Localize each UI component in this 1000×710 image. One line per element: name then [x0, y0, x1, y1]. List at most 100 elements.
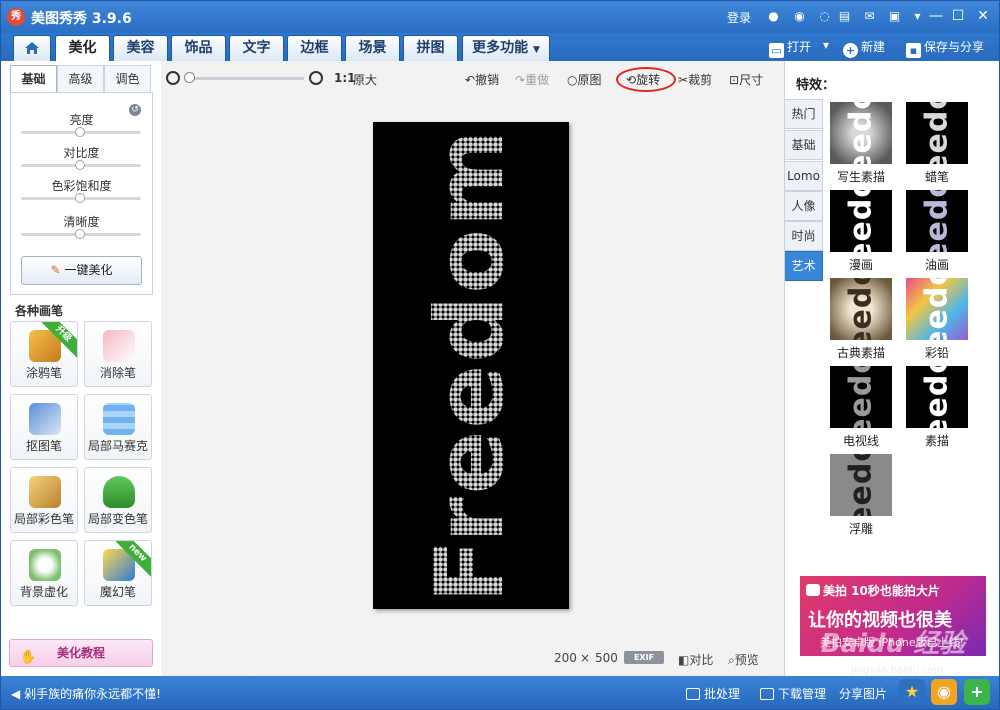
open-button[interactable]: ▭ 打开	[769, 38, 811, 58]
rotate-icon: ⟲	[626, 73, 637, 87]
save-share-button[interactable]: ▪ 保存与分享	[906, 38, 984, 58]
original-size-button[interactable]: 原大	[353, 71, 377, 88]
tab-more[interactable]: 更多功能 ▼	[462, 35, 550, 61]
effects-heading: 特效：	[796, 78, 836, 93]
open-dropdown-icon[interactable]: ▾	[823, 38, 829, 52]
cutout-brush-button[interactable]: 抠图笔	[10, 394, 78, 460]
category-basic[interactable]: 基础	[785, 130, 823, 160]
effect-label: 古典素描	[836, 346, 885, 360]
recolor-brush-button[interactable]: 局部变色笔	[84, 467, 152, 533]
notice-icon[interactable]: ✉	[861, 8, 878, 25]
resize-button[interactable]: ⊡尺寸	[729, 71, 763, 88]
image-toolbar: 1:1 原大 ↶撤销 ↷重做 ○原图 ⟲旋转 ✂裁剪 ⊡尺寸	[161, 61, 784, 97]
sharpness-thumb[interactable]	[75, 229, 85, 239]
baidu-url: jingyan.baidu.com	[851, 665, 944, 676]
background-blur-button[interactable]: 背景虚化	[10, 540, 78, 606]
tab-cosmetic[interactable]: 美容	[113, 35, 168, 61]
star-icon[interactable]: ★	[899, 679, 925, 705]
tutorial-button[interactable]: ✋ 美化教程	[9, 639, 153, 667]
category-portrait[interactable]: 人像	[785, 191, 823, 221]
saturation-thumb[interactable]	[75, 193, 85, 203]
category-art[interactable]: 艺术	[785, 251, 823, 281]
photo-canvas[interactable]: Freedom	[373, 122, 569, 609]
effect-sketch[interactable]: Freedom 写生素描	[828, 102, 894, 184]
pen-nib-icon	[29, 403, 61, 435]
share-image-button[interactable]: 分享图片	[839, 685, 887, 702]
brightness-thumb[interactable]	[75, 127, 85, 137]
category-lomo[interactable]: Lomo	[785, 161, 823, 191]
effect-oil[interactable]: Freedom 油画	[904, 190, 970, 272]
feedback-icon[interactable]: ▤	[836, 8, 853, 25]
save-icon: ▪	[906, 43, 921, 58]
new-button[interactable]: + 新建	[843, 38, 885, 58]
message-icon[interactable]: ▣	[886, 8, 903, 25]
one-key-beautify-button[interactable]: ✎ 一键美化	[21, 256, 142, 285]
category-fashion[interactable]: 时尚	[785, 221, 823, 251]
tab-collage[interactable]: 拼图	[403, 35, 458, 61]
qq-icon[interactable]: ●	[765, 8, 782, 25]
skin-icon[interactable]: ◌	[816, 8, 833, 25]
effect-classic-sketch[interactable]: Freedom 古典素描	[828, 278, 894, 360]
subtab-advanced[interactable]: 高级	[57, 65, 104, 93]
effect-comic[interactable]: Freedom 漫画	[828, 190, 894, 272]
rotate-label: 旋转	[636, 73, 661, 87]
times-sign: ×	[580, 651, 591, 665]
status-message[interactable]: ◀ 剁手族的痛你永远都不懂!	[11, 685, 161, 702]
original-image-button[interactable]: ○原图	[567, 71, 602, 88]
ad-banner[interactable]: 美拍 10秒也能拍大片 让你的视频也很美 美拍安卓版 iPhone版已上线! B…	[800, 576, 986, 656]
chevron-down-icon: ▼	[532, 45, 540, 55]
effect-plain-sketch[interactable]: Freedom 素描	[904, 366, 970, 448]
effect-crayon[interactable]: Freedom 蜡笔	[904, 102, 970, 184]
login-link[interactable]: 登录	[727, 9, 751, 26]
home-button[interactable]	[13, 35, 51, 61]
menu-icon[interactable]: ▾	[909, 8, 926, 25]
weibo-share-icon[interactable]: ◉	[931, 679, 957, 705]
magic-brush-button[interactable]: new 魔幻笔	[84, 540, 152, 606]
resize-label: 尺寸	[739, 73, 764, 87]
batch-button[interactable]: 批处理	[686, 685, 740, 702]
redo-label: 重做	[525, 73, 550, 87]
weibo-icon[interactable]: ◉	[791, 8, 808, 25]
preview-button[interactable]: ⌕预览	[728, 651, 759, 668]
undo-button[interactable]: ↶撤销	[465, 71, 499, 88]
category-hot[interactable]: 热门	[785, 99, 823, 129]
mosaic-icon	[103, 403, 135, 435]
mosaic-brush-button[interactable]: 局部马赛克	[84, 394, 152, 460]
close-icon[interactable]: ✕	[972, 5, 994, 27]
effect-thumb: Freedom	[830, 102, 892, 164]
download-manager-button[interactable]: 下载管理	[760, 685, 826, 702]
effect-label: 彩铅	[924, 346, 949, 360]
tab-text[interactable]: 文字	[229, 35, 284, 61]
contrast-thumb[interactable]	[75, 160, 85, 170]
zoom-in-icon[interactable]	[309, 71, 323, 85]
title-bar: 秀 美图秀秀 3.9.6 登录 ● ◉ ◌ ▤ ✉ ▣ ▾ — ☐ ✕	[1, 1, 999, 33]
compare-button[interactable]: ◧对比	[678, 651, 713, 668]
effect-emboss[interactable]: Freedom 浮雕	[828, 454, 894, 536]
tab-scene[interactable]: 场景	[345, 35, 400, 61]
add-icon[interactable]: +	[964, 679, 990, 705]
rotate-button[interactable]: ⟲旋转	[626, 71, 660, 88]
canvas-area: 1:1 原大 ↶撤销 ↷重做 ○原图 ⟲旋转 ✂裁剪 ⊡尺寸 Freedom 2…	[161, 61, 784, 676]
tab-beautify[interactable]: 美化	[55, 35, 110, 61]
effect-tv-lines[interactable]: Freedom 电视线	[828, 366, 894, 448]
tab-accessory[interactable]: 饰品	[171, 35, 226, 61]
crop-button[interactable]: ✂裁剪	[678, 71, 712, 88]
redo-button[interactable]: ↷重做	[515, 71, 549, 88]
slider-label-saturation: 色彩饱和度	[51, 179, 112, 193]
color-brush-button[interactable]: 局部彩色笔	[10, 467, 78, 533]
zoom-thumb[interactable]	[184, 72, 195, 83]
subtab-tone[interactable]: 调色	[104, 65, 151, 93]
effect-label: 油画	[924, 258, 949, 272]
minimize-icon[interactable]: —	[925, 5, 947, 27]
maximize-icon[interactable]: ☐	[947, 5, 969, 27]
exif-button[interactable]: EXIF	[624, 651, 664, 664]
subtab-basic[interactable]: 基础	[10, 65, 57, 93]
original-label: 原图	[577, 73, 602, 87]
doodle-brush-button[interactable]: 升级 涂鸦笔	[10, 321, 78, 387]
image-height: 500	[595, 651, 618, 665]
eraser-brush-button[interactable]: 消除笔	[84, 321, 152, 387]
effect-color-pencil[interactable]: Freedom 彩铅	[904, 278, 970, 360]
tab-frame[interactable]: 边框	[287, 35, 342, 61]
zoom-slider[interactable]	[186, 77, 304, 80]
zoom-out-icon[interactable]	[166, 71, 180, 85]
